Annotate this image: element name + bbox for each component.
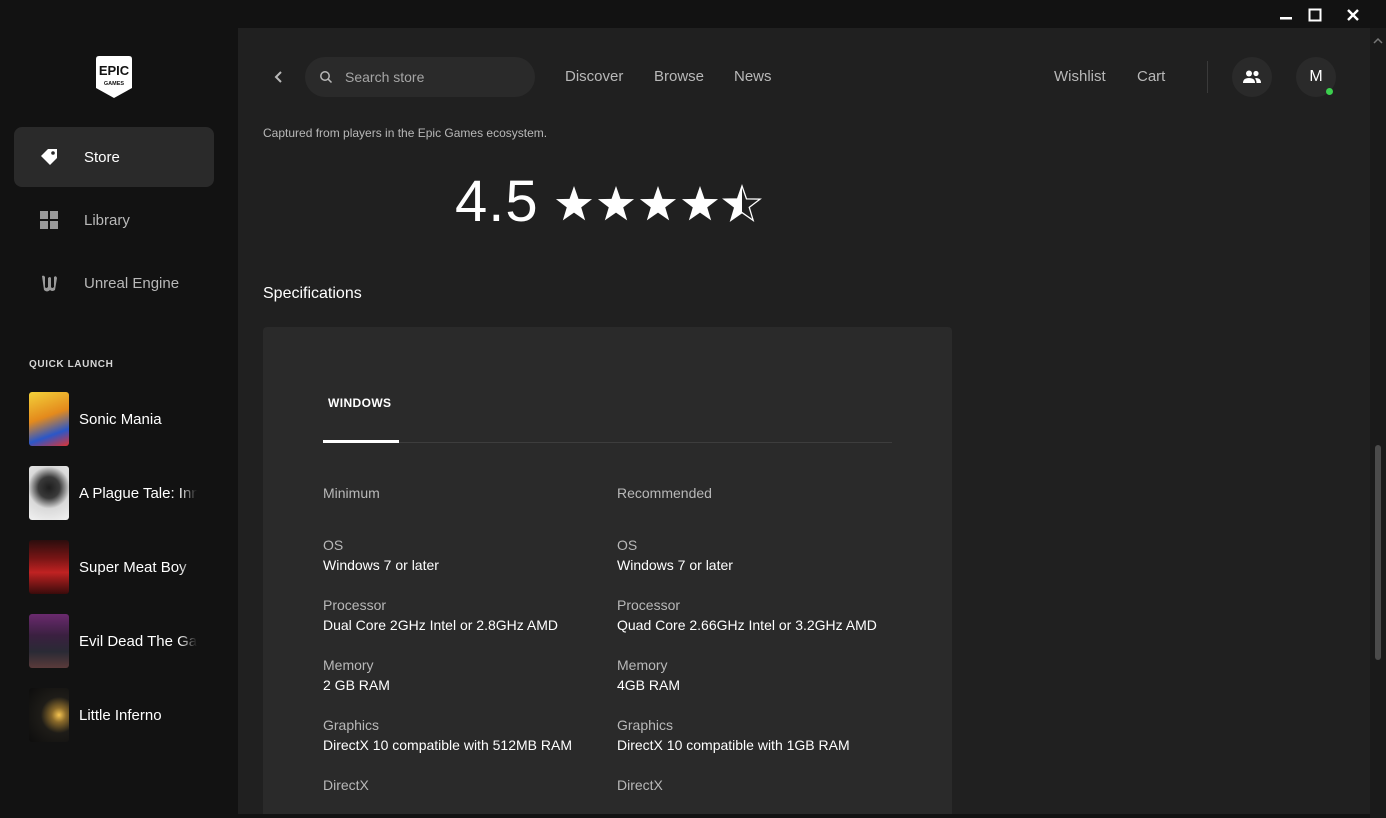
spec-row: DirectX [617, 775, 887, 795]
game-thumbnail [29, 540, 69, 594]
avatar-initial: M [1309, 68, 1323, 85]
minimize-icon[interactable] [1275, 4, 1297, 26]
star-icon [681, 186, 719, 221]
minimum-title: Minimum [323, 485, 380, 501]
star-icon [555, 186, 593, 221]
recommended-title: Recommended [617, 485, 712, 501]
quick-launch-item[interactable]: Evil Dead The Game [29, 614, 234, 668]
spec-label: Graphics [323, 717, 380, 733]
quick-launch-item[interactable]: A Plague Tale: Innocence [29, 466, 234, 520]
spec-label: OS [323, 537, 344, 553]
spec-label: Processor [323, 597, 387, 613]
recommended-requirements: Recommended OS Windows 7 or later Process… [617, 485, 887, 795]
game-title: Super Meat Boy [79, 558, 187, 576]
quick-launch-item[interactable]: Little Inferno [29, 688, 234, 742]
game-thumbnail [29, 614, 69, 668]
spec-row: Processor Dual Core 2GHz Intel or 2.8GHz … [323, 595, 593, 635]
spec-label: Processor [617, 597, 681, 613]
active-tab-indicator [323, 440, 399, 443]
star-rating [555, 184, 762, 222]
spec-value: DirectX 10 compatible with 1GB RAM [617, 737, 850, 753]
scrollbar-track[interactable] [1370, 28, 1386, 818]
grid-icon [38, 209, 60, 231]
svg-text:GAMES: GAMES [104, 81, 125, 87]
online-status-dot [1326, 88, 1333, 95]
game-title: A Plague Tale: Innocence [79, 484, 197, 502]
sidebar-item-label: Library [84, 211, 130, 229]
scroll-up-icon[interactable] [1372, 32, 1384, 50]
quick-launch-item[interactable]: Sonic Mania [29, 392, 234, 446]
spec-value: Dual Core 2GHz Intel or 2.8GHz AMD [323, 617, 558, 633]
scrollbar-thumb[interactable] [1375, 445, 1381, 660]
search-input[interactable] [345, 57, 525, 97]
game-thumbnail [29, 466, 69, 520]
nav-link-browse[interactable]: Browse [654, 68, 704, 85]
tag-icon [38, 146, 60, 168]
rating-score: 4.5 [455, 169, 539, 234]
spec-value: Windows 7 or later [617, 557, 733, 573]
spec-label: Memory [323, 657, 374, 673]
spec-value: Windows 7 or later [323, 557, 439, 573]
close-icon[interactable] [1342, 4, 1364, 26]
spec-row: OS Windows 7 or later [617, 535, 887, 575]
spec-label: Graphics [617, 717, 674, 733]
search-box[interactable] [305, 57, 535, 97]
quick-launch-item[interactable]: Super Meat Boy [29, 540, 234, 594]
nav-link-news[interactable]: News [734, 68, 772, 85]
spec-label: DirectX [323, 777, 369, 793]
unreal-icon [38, 272, 60, 294]
spec-row: Memory 4GB RAM [617, 655, 887, 695]
cart-link[interactable]: Cart [1137, 68, 1165, 85]
sidebar-item-library[interactable]: Library [14, 190, 214, 250]
sidebar-item-label: Store [84, 148, 120, 166]
minimum-requirements: Minimum OS Windows 7 or later Processor Du… [323, 485, 593, 795]
star-icon [597, 186, 635, 221]
spec-label: DirectX [617, 777, 663, 793]
sidebar-item-label: Unreal Engine [84, 274, 180, 292]
friends-button[interactable] [1232, 57, 1272, 97]
sidebar: EPIC GAMES Store Library Unreal Engine Q… [4, 28, 238, 814]
tab-divider [323, 442, 892, 443]
star-icon [639, 186, 677, 221]
sidebar-item-unreal-engine[interactable]: Unreal Engine [14, 253, 214, 313]
wishlist-link[interactable]: Wishlist [1054, 68, 1106, 85]
maximize-icon[interactable] [1304, 4, 1326, 26]
spec-value: 4GB RAM [617, 677, 681, 693]
spec-value: DirectX 10 compatible with 512MB RAM [323, 737, 572, 753]
title-bar [0, 0, 1386, 28]
spec-value: 2 GB RAM [323, 677, 390, 693]
quick-launch-heading: QUICK LAUNCH [29, 359, 114, 370]
spec-row: Graphics DirectX 10 compatible with 1GB R… [617, 715, 887, 755]
specifications-heading: Specifications [263, 285, 362, 302]
game-thumbnail [29, 688, 69, 742]
game-title: Sonic Mania [79, 410, 162, 428]
chevron-left-icon [274, 71, 282, 83]
ratings-caption: Captured from players in the Epic Games … [263, 126, 548, 140]
svg-text:EPIC: EPIC [99, 63, 130, 78]
spec-label: Memory [617, 657, 668, 673]
search-icon [319, 70, 333, 89]
friends-icon [1243, 70, 1261, 83]
back-button[interactable] [268, 66, 290, 88]
main-content: Discover Browse News Wishlist Cart M Cap… [238, 28, 1370, 814]
game-thumbnail [29, 392, 69, 446]
epic-games-logo[interactable]: EPIC GAMES [96, 56, 132, 98]
spec-row: Processor Quad Core 2.66GHz Intel or 3.2G… [617, 595, 887, 635]
spec-label: OS [617, 537, 638, 553]
spec-value: Quad Core 2.66GHz Intel or 3.2GHz AMD [617, 617, 877, 633]
spec-row: Graphics DirectX 10 compatible with 512MB… [323, 715, 593, 755]
spec-row: Memory 2 GB RAM [323, 655, 593, 695]
specifications-card: WINDOWS Minimum OS Windows 7 or later Pro… [263, 327, 952, 814]
sidebar-item-store[interactable]: Store [14, 127, 214, 187]
nav-link-discover[interactable]: Discover [565, 68, 623, 85]
spec-row: OS Windows 7 or later [323, 535, 593, 575]
spec-row: DirectX [323, 775, 593, 795]
game-title: Little Inferno [79, 706, 162, 724]
tab-windows[interactable]: WINDOWS [328, 396, 391, 410]
game-title: Evil Dead The Game [79, 632, 197, 650]
header-divider [1207, 61, 1208, 93]
